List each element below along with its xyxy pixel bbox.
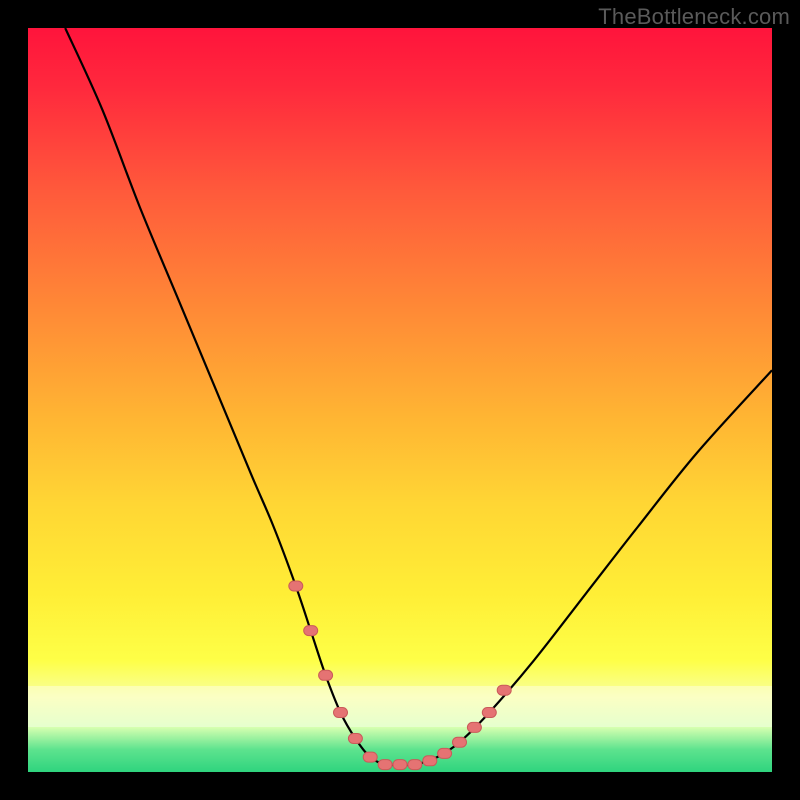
curve-marker bbox=[482, 708, 496, 718]
curve-marker bbox=[467, 722, 481, 732]
curve-marker bbox=[304, 626, 318, 636]
curve-marker bbox=[438, 748, 452, 758]
watermark-text: TheBottleneck.com bbox=[598, 4, 790, 30]
curve-marker bbox=[497, 685, 511, 695]
curve-marker bbox=[393, 760, 407, 770]
highlight-band bbox=[28, 686, 772, 728]
curve-marker bbox=[363, 752, 377, 762]
curve-marker bbox=[334, 708, 348, 718]
curve-marker bbox=[408, 760, 422, 770]
curve-marker bbox=[289, 581, 303, 591]
curve-marker bbox=[378, 760, 392, 770]
curve-marker bbox=[348, 734, 362, 744]
bottleneck-curve-path bbox=[65, 28, 772, 765]
curve-marker bbox=[319, 670, 333, 680]
curve-marker bbox=[423, 756, 437, 766]
marker-group bbox=[289, 581, 511, 770]
chart-plot-area bbox=[28, 28, 772, 772]
chart-svg bbox=[28, 28, 772, 772]
curve-marker bbox=[453, 737, 467, 747]
